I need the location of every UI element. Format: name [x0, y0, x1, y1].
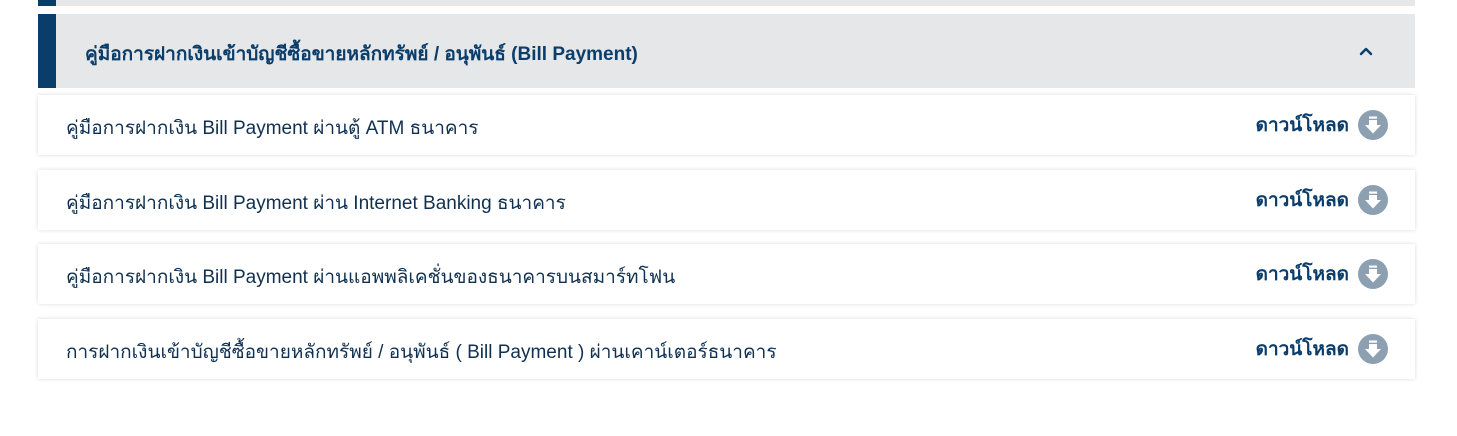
- document-title: คู่มือการฝากเงิน Bill Payment ผ่านตู้ AT…: [66, 118, 479, 139]
- download-label: ดาวน์โหลด: [1255, 189, 1349, 211]
- download-arrow-icon: [1358, 184, 1388, 215]
- accordion-title: คู่มือการฝากเงินเข้าบัญชีซื้อขายหลักทรัพ…: [85, 44, 638, 65]
- download-arrow-icon: [1358, 110, 1388, 140]
- download-button[interactable]: ดาวน์โหลด: [1256, 110, 1388, 140]
- document-title: คู่มือการฝากเงิน Bill Payment ผ่าน Inter…: [66, 192, 566, 214]
- accordion-header[interactable]: คู่มือการฝากเงินเข้าบัญชีซื้อขายหลักทรัพ…: [38, 14, 1415, 88]
- download-label: ดาวน์โหลด: [1255, 264, 1349, 285]
- document-title: คู่มือการฝากเงิน Bill Payment ผ่านแอพพลิ…: [66, 267, 676, 288]
- list-item: คู่มือการฝากเงิน Bill Payment ผ่านแอพพลิ…: [38, 244, 1415, 304]
- download-button[interactable]: ดาวน์โหลด: [1256, 259, 1388, 289]
- panel-accent-bar: [38, 0, 56, 6]
- list-item: การฝากเงินเข้าบัญชีซื้อขายหลักทรัพย์ / อ…: [38, 318, 1415, 379]
- chevron-up-icon[interactable]: [1359, 45, 1373, 57]
- document-list: คู่มือการฝากเงิน Bill Payment ผ่านตู้ AT…: [38, 95, 1415, 379]
- document-title: การฝากเงินเข้าบัญชีซื้อขายหลักทรัพย์ / อ…: [66, 341, 777, 363]
- previous-accordion-panel[interactable]: [38, 0, 1415, 6]
- download-label: ดาวน์โหลด: [1255, 338, 1349, 360]
- list-item: คู่มือการฝากเงิน Bill Payment ผ่านตู้ AT…: [38, 95, 1415, 155]
- header-accent-bar: [38, 14, 56, 88]
- download-button[interactable]: ดาวน์โหลด: [1255, 333, 1388, 364]
- download-arrow-icon: [1358, 259, 1388, 289]
- download-button[interactable]: ดาวน์โหลด: [1255, 184, 1388, 215]
- bill-payment-accordion: คู่มือการฝากเงินเข้าบัญชีซื้อขายหลักทรัพ…: [38, 14, 1415, 393]
- download-label: ดาวน์โหลด: [1255, 115, 1349, 136]
- download-arrow-icon: [1358, 333, 1388, 364]
- list-item: คู่มือการฝากเงิน Bill Payment ผ่าน Inter…: [38, 169, 1415, 230]
